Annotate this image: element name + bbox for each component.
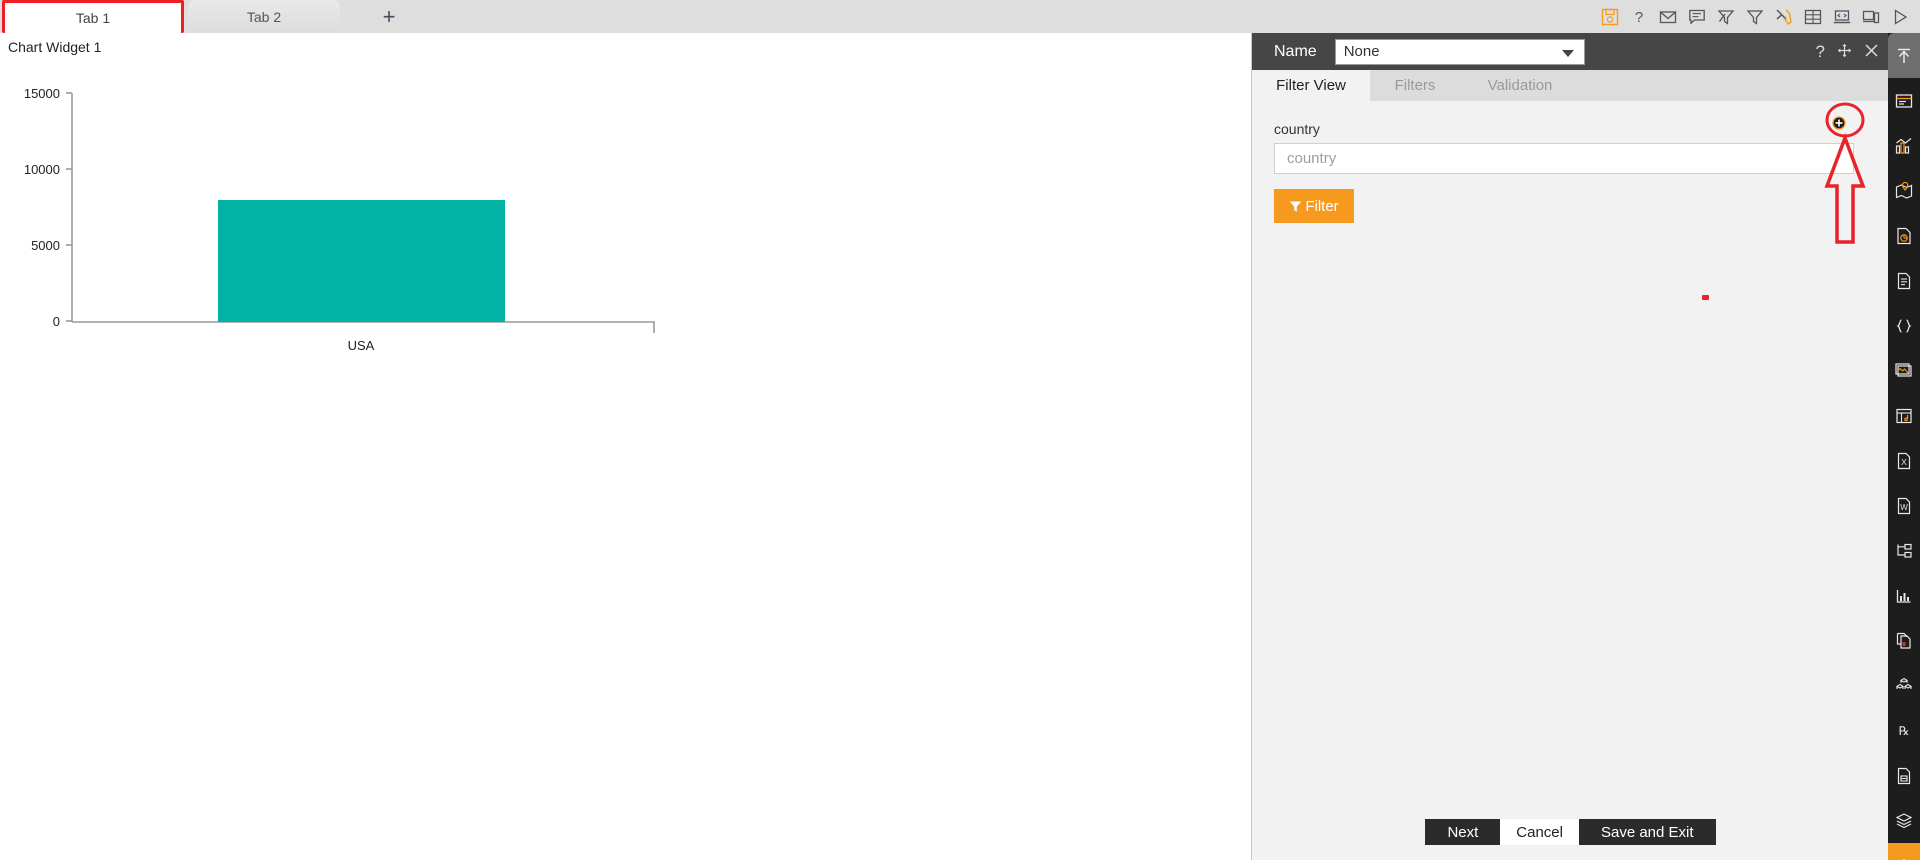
chart-canvas: Chart Widget 1 15000 10000 5000 0 USA — [0, 33, 1250, 860]
bar-chart: 15000 10000 5000 0 USA — [24, 86, 655, 353]
svg-text:W: W — [1900, 503, 1908, 512]
panel-header: Name None ? — [1252, 33, 1889, 70]
help-icon[interactable]: ? — [1816, 43, 1825, 60]
comment-icon[interactable] — [1685, 5, 1709, 29]
cubes-icon[interactable] — [1888, 663, 1920, 708]
download-icon[interactable] — [1888, 843, 1920, 860]
excel-file-icon[interactable]: X — [1888, 438, 1920, 483]
bar-chart-icon[interactable] — [1888, 123, 1920, 168]
close-icon[interactable] — [1864, 43, 1879, 61]
help-icon[interactable]: ? — [1627, 5, 1651, 29]
code-icon[interactable] — [1830, 5, 1854, 29]
braces-icon[interactable] — [1888, 303, 1920, 348]
map-icon[interactable] — [1888, 168, 1920, 213]
prescription-icon[interactable]: ℞ — [1888, 708, 1920, 753]
document-icon[interactable] — [1888, 258, 1920, 303]
cancel-button[interactable]: Cancel — [1500, 819, 1579, 845]
filter-config-panel: Name None ? Filter View Filters Validati… — [1251, 33, 1889, 860]
application-root: Tab 1 Tab 2 + ? Chart Widget 1 15000 100… — [0, 0, 1920, 860]
tab-validation-label: Validation — [1487, 77, 1553, 94]
tab-filters-label: Filters — [1394, 77, 1436, 94]
svg-text:?: ? — [1635, 9, 1643, 26]
save-and-exit-button[interactable]: Save and Exit — [1578, 819, 1716, 845]
ytick-15000: 15000 — [24, 86, 60, 101]
name-select[interactable]: None — [1334, 38, 1585, 65]
save-document-icon[interactable] — [1888, 753, 1920, 798]
add-tab-button[interactable]: + — [372, 0, 406, 33]
tab-filters[interactable]: Filters — [1370, 70, 1460, 101]
country-input[interactable] — [1274, 143, 1854, 174]
clear-filter-icon[interactable] — [1714, 5, 1738, 29]
filter-icon — [1290, 201, 1302, 212]
tab-1-label: Tab 1 — [75, 10, 111, 26]
xtick-usa: USA — [348, 338, 375, 353]
tab-filter-view[interactable]: Filter View — [1252, 70, 1370, 101]
bar-usa[interactable] — [218, 200, 505, 322]
layers-icon[interactable] — [1888, 798, 1920, 843]
ytick-5000: 5000 — [31, 238, 60, 253]
tab-2-label: Tab 2 — [246, 8, 282, 25]
ytick-0: 0 — [53, 314, 60, 329]
chevron-down-icon — [1561, 49, 1574, 57]
line-chart-icon[interactable] — [1888, 573, 1920, 618]
country-field-label: country — [1274, 121, 1320, 137]
tools-icon[interactable] — [1772, 5, 1796, 29]
widget-card-icon[interactable] — [1888, 78, 1920, 123]
name-label: Name — [1274, 42, 1317, 60]
add-filter-button[interactable] — [1827, 111, 1851, 135]
right-icon-rail: X W ℞ — [1888, 33, 1920, 860]
panel-footer: Next Cancel Save and Exit — [1252, 818, 1889, 846]
word-file-icon[interactable]: W — [1888, 483, 1920, 528]
mail-icon[interactable] — [1656, 5, 1680, 29]
plus-icon: + — [382, 3, 396, 29]
image-icon[interactable] — [1888, 348, 1920, 393]
tab-1[interactable]: Tab 1 — [2, 0, 184, 33]
tab-filter-view-label: Filter View — [1276, 77, 1346, 94]
pie-document-icon[interactable] — [1888, 213, 1920, 258]
name-select-value: None — [1343, 43, 1380, 60]
cursor-marker — [1702, 295, 1709, 300]
filter-button[interactable]: Filter — [1274, 189, 1354, 223]
media-table-icon[interactable] — [1888, 393, 1920, 438]
chart-widget-title: Chart Widget 1 — [8, 39, 102, 55]
tree-icon[interactable] — [1888, 528, 1920, 573]
svg-text:X: X — [1901, 457, 1907, 467]
tab-strip: Tab 1 Tab 2 + ? — [0, 0, 1920, 33]
filter-button-label: Filter — [1305, 197, 1339, 215]
scroll-up-icon[interactable] — [1888, 33, 1920, 78]
tab-validation[interactable]: Validation — [1460, 70, 1580, 101]
svg-text:℞: ℞ — [1899, 724, 1910, 738]
devices-icon[interactable] — [1859, 5, 1883, 29]
table-icon[interactable] — [1801, 5, 1825, 29]
ytick-10000: 10000 — [24, 162, 60, 177]
run-icon[interactable] — [1888, 5, 1912, 29]
panel-header-buttons: ? — [1816, 33, 1879, 70]
move-icon[interactable] — [1837, 43, 1852, 61]
filter-icon[interactable] — [1743, 5, 1767, 29]
save-icon[interactable] — [1598, 5, 1622, 29]
copy-document-icon[interactable] — [1888, 618, 1920, 663]
top-toolbar: ? — [1598, 0, 1912, 33]
next-button[interactable]: Next — [1425, 819, 1501, 845]
panel-tab-bar: Filter View Filters Validation — [1252, 70, 1889, 101]
tab-2[interactable]: Tab 2 — [188, 0, 340, 33]
